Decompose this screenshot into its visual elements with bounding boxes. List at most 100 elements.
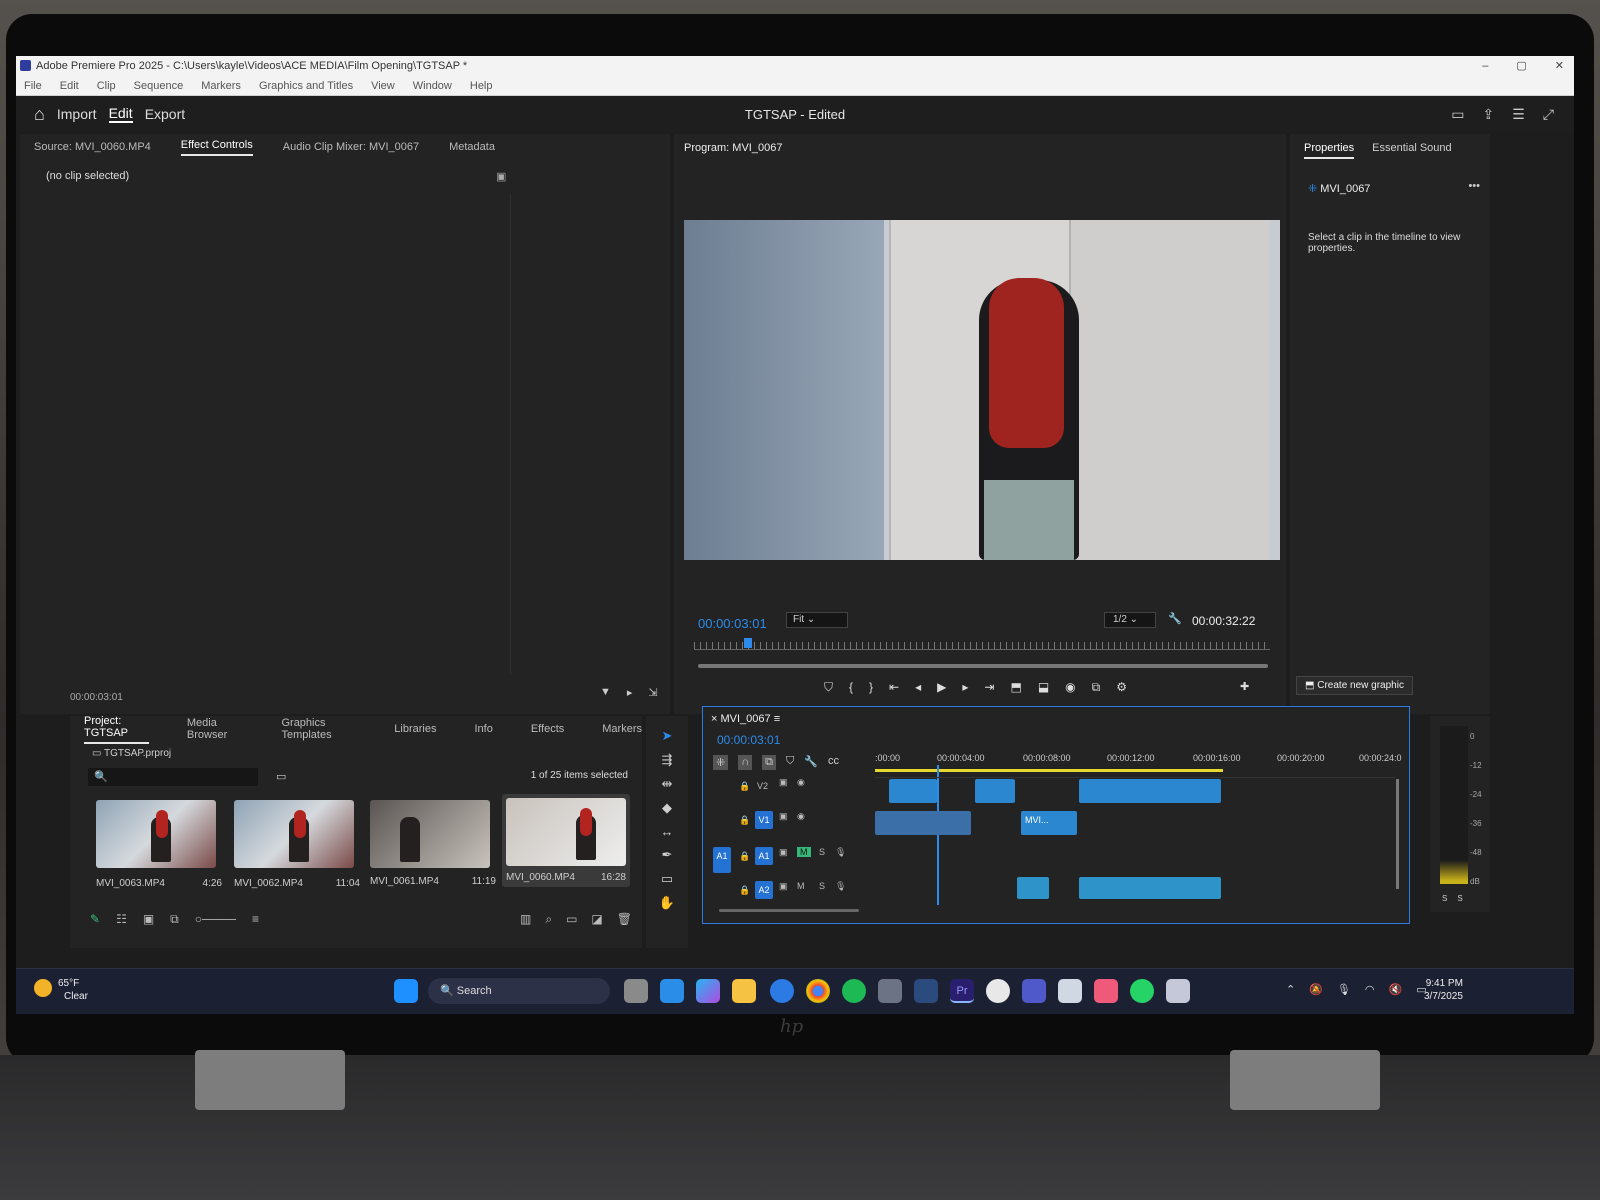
tab-project[interactable]: Project: TGTSAP: [84, 715, 149, 744]
mic-icon[interactable]: 🎙: [1337, 983, 1351, 996]
solo-right-button[interactable]: S: [1457, 894, 1462, 903]
clip-v1[interactable]: MVI...: [1021, 811, 1077, 835]
fit-dropdown[interactable]: Fit ⌄: [786, 612, 848, 628]
timeline-settings-icon[interactable]: 🔧: [804, 755, 818, 770]
tab-info[interactable]: Info: [474, 723, 492, 735]
lock-icon[interactable]: 🔒: [739, 885, 750, 896]
edit-workspace[interactable]: Edit: [108, 105, 133, 123]
timeline-timecode[interactable]: 00:00:03:01: [717, 733, 780, 747]
track-output-icon[interactable]: ▣: [779, 777, 788, 788]
start-icon[interactable]: [394, 979, 418, 1003]
vertical-scrollbar[interactable]: [1396, 779, 1399, 889]
track-select-tool-icon[interactable]: ⇶: [662, 752, 673, 768]
wifi-icon[interactable]: ◠: [1365, 983, 1375, 996]
trash-icon[interactable]: 🗑: [617, 912, 632, 927]
solo-left-button[interactable]: S: [1442, 894, 1447, 903]
tab-source[interactable]: Source: MVI_0060.MP4: [34, 141, 151, 153]
tab-essential-sound[interactable]: Essential Sound: [1372, 142, 1452, 159]
menu-file[interactable]: File: [24, 76, 42, 95]
settings-icon[interactable]: ⚙: [1116, 680, 1127, 695]
track-target-a2[interactable]: A2: [755, 881, 773, 899]
export-frame-icon[interactable]: ⇲: [648, 686, 657, 699]
lock-icon[interactable]: 🔒: [739, 815, 750, 826]
freeform-view-icon[interactable]: ⧉: [170, 912, 179, 927]
mark-out-icon[interactable]: }: [869, 680, 873, 695]
playhead[interactable]: [744, 638, 752, 648]
play-audio-icon[interactable]: ▸: [627, 686, 633, 699]
new-item-icon[interactable]: ◪: [591, 912, 602, 927]
play-icon[interactable]: ▶: [937, 680, 946, 695]
track-target-v1[interactable]: V1: [755, 811, 773, 829]
zoom-slider[interactable]: ○────: [195, 912, 236, 927]
timeline-ruler[interactable]: :00:00 00:00:04:00 00:00:08:00 00:00:12:…: [875, 753, 1402, 765]
clip-v2[interactable]: [975, 779, 1015, 803]
tab-properties[interactable]: Properties: [1304, 142, 1355, 159]
pencil-icon[interactable]: ✎: [90, 912, 100, 927]
add-button-icon[interactable]: ✚: [1240, 680, 1249, 693]
solo-button[interactable]: S: [819, 847, 825, 857]
premiere-taskbar-icon[interactable]: Pr: [950, 979, 974, 1003]
create-new-graphic-button[interactable]: ⬒ Create new graphic: [1296, 676, 1413, 695]
task-view-icon[interactable]: [624, 979, 648, 1003]
app-icon[interactable]: [1094, 979, 1118, 1003]
sequence-tab[interactable]: MVI_0067: [721, 713, 771, 725]
ripple-edit-tool-icon[interactable]: ⇹: [662, 776, 673, 792]
work-area-bar[interactable]: [875, 769, 1223, 772]
mute-button[interactable]: M: [797, 847, 811, 857]
toggle-timeline-icon[interactable]: ▣: [496, 170, 506, 183]
share-icon[interactable]: ⇪: [1483, 106, 1495, 123]
program-timecode[interactable]: 00:00:03:01: [698, 616, 767, 631]
horizontal-zoom-bar[interactable]: [719, 909, 859, 912]
program-tab[interactable]: Program: MVI_0067: [684, 142, 782, 154]
app-icon[interactable]: [1166, 979, 1190, 1003]
mute-button[interactable]: M: [797, 881, 805, 891]
maximize-icon[interactable]: ▢: [1516, 56, 1526, 76]
menu-graphics[interactable]: Graphics and Titles: [259, 76, 353, 95]
media-item-selected[interactable]: MVI_0060.MP4 16:28: [502, 794, 630, 887]
more-options-icon[interactable]: •••: [1468, 180, 1480, 192]
tab-libraries[interactable]: Libraries: [394, 723, 436, 735]
menu-clip[interactable]: Clip: [97, 76, 116, 95]
resolution-dropdown[interactable]: 1/2 ⌄: [1104, 612, 1156, 628]
clip-v2[interactable]: [889, 779, 937, 803]
program-ruler[interactable]: [694, 642, 1270, 650]
export-frame-camera-icon[interactable]: ◉: [1065, 680, 1075, 695]
copilot-icon[interactable]: [696, 979, 720, 1003]
home-icon[interactable]: ⌂: [34, 104, 45, 125]
steam-icon[interactable]: [914, 979, 938, 1003]
automate-icon[interactable]: ▥: [520, 912, 531, 927]
tab-metadata[interactable]: Metadata: [449, 141, 495, 153]
project-search-input[interactable]: 🔍: [88, 768, 258, 786]
menu-sequence[interactable]: Sequence: [134, 76, 184, 95]
chevron-up-icon[interactable]: ⌃: [1286, 983, 1295, 996]
linked-selection-icon[interactable]: ⧉: [762, 755, 776, 770]
tab-effect-controls[interactable]: Effect Controls: [180, 139, 253, 156]
teams-icon[interactable]: [1022, 979, 1046, 1003]
track-output-icon[interactable]: ▣: [779, 881, 788, 892]
zoom-scrollbar[interactable]: [698, 664, 1268, 668]
hand-tool-icon[interactable]: ✋: [659, 895, 675, 911]
lift-icon[interactable]: ⬒: [1010, 680, 1021, 695]
clock[interactable]: 9:41 PM 3/7/2025: [1424, 977, 1463, 1003]
clip-v2[interactable]: [1079, 779, 1221, 803]
eye-icon[interactable]: ◉: [797, 777, 805, 788]
voiceover-icon[interactable]: 🎙: [835, 847, 846, 858]
clip-v1[interactable]: [875, 811, 971, 835]
new-bin-footer-icon[interactable]: ▭: [566, 912, 577, 927]
tab-markers[interactable]: Markers: [602, 723, 642, 735]
spotify-icon[interactable]: [842, 979, 866, 1003]
voiceover-icon[interactable]: 🎙: [835, 881, 846, 892]
track-target-a1[interactable]: A1: [755, 847, 773, 865]
source-patch-a1[interactable]: A1: [713, 847, 731, 873]
tab-audio-clip-mixer[interactable]: Audio Clip Mixer: MVI_0067: [283, 141, 419, 153]
mark-in-icon[interactable]: {: [849, 680, 853, 695]
find-icon[interactable]: ⌕: [545, 912, 552, 927]
camera-icon[interactable]: [878, 979, 902, 1003]
tab-media-browser[interactable]: Media Browser: [187, 717, 244, 741]
menu-window[interactable]: Window: [413, 76, 452, 95]
widgets-icon[interactable]: [660, 979, 684, 1003]
track-output-icon[interactable]: ▣: [779, 847, 788, 858]
whatsapp-icon[interactable]: [1130, 979, 1154, 1003]
volume-muted-icon[interactable]: 🔇: [1389, 983, 1403, 996]
go-to-out-icon[interactable]: ⇥: [984, 680, 994, 695]
